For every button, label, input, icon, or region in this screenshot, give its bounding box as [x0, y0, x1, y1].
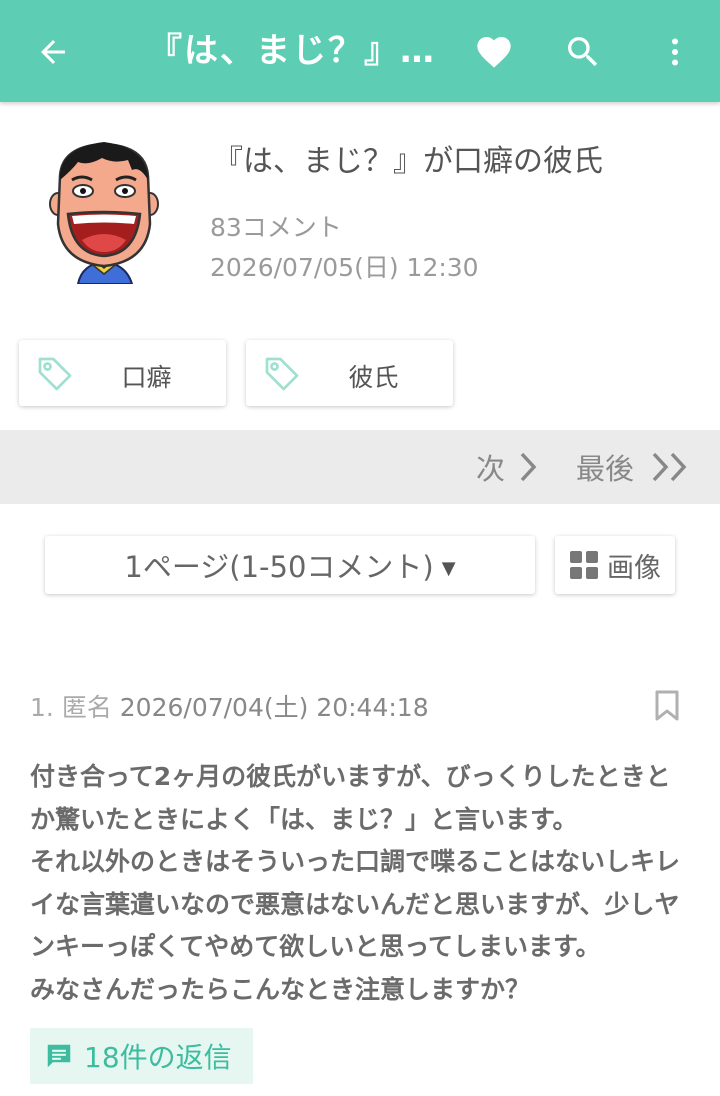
post-title: 『は、まじ？』が口癖の彼氏 — [213, 144, 603, 179]
replies-button[interactable]: 18件の返信 — [30, 1028, 253, 1084]
caret-down-icon: ▼ — [441, 557, 456, 579]
last-label: 最後 — [576, 452, 635, 486]
avatar — [49, 142, 159, 284]
comment-author: 匿名 — [61, 693, 112, 722]
grid-icon — [570, 551, 598, 579]
comment-date: 2026/07/04(土) 20:44:18 — [119, 693, 429, 722]
top-app-bar: 『は、まじ？』... — [0, 0, 720, 102]
post-date: 2026/07/05(日) 12:30 — [210, 253, 479, 282]
bookmark-icon — [655, 690, 679, 721]
image-button-label: 画像 — [607, 552, 661, 584]
more-vertical-icon — [672, 38, 678, 66]
next-page-link[interactable]: 次 — [476, 446, 539, 488]
favorite-button[interactable] — [469, 27, 519, 77]
comment-icon — [47, 1044, 71, 1068]
pagination-bar: 次 最後 — [0, 430, 720, 504]
image-view-button[interactable]: 画像 — [555, 536, 675, 594]
last-page-link[interactable]: 最後 — [576, 446, 690, 488]
back-button[interactable] — [28, 27, 78, 77]
tag-chip[interactable]: 彼氏 — [246, 340, 453, 406]
comment-header: 1. 匿名 2026/07/04(土) 20:44:18 — [30, 688, 429, 724]
comment-body: 付き合って2ヶ月の彼氏がいますが、びっくりしたときとか驚いたときによく「は、まじ… — [30, 762, 681, 1004]
double-chevron-right-icon — [652, 452, 687, 482]
next-label: 次 — [476, 452, 506, 486]
replies-label: 18件の返信 — [84, 1041, 232, 1074]
comment-number: 1. — [30, 693, 54, 722]
comment-count: 83コメント — [210, 213, 342, 242]
page-title: 『は、まじ？』... — [148, 31, 438, 71]
page-select[interactable]: 1ページ(1-50コメント) ▼ — [45, 536, 535, 594]
tag-label: 口癖 — [121, 363, 172, 392]
overflow-menu-button[interactable] — [650, 27, 700, 77]
bookmark-button[interactable] — [654, 690, 680, 726]
page-select-value: 1ページ(1-50コメント) — [124, 550, 434, 584]
chevron-right-icon — [520, 452, 537, 482]
tag-label: 彼氏 — [348, 363, 399, 392]
heart-icon — [477, 37, 511, 68]
arrow-left-icon — [41, 40, 65, 64]
search-icon — [568, 37, 598, 67]
tag-chip[interactable]: 口癖 — [19, 340, 226, 406]
search-button[interactable] — [558, 27, 608, 77]
